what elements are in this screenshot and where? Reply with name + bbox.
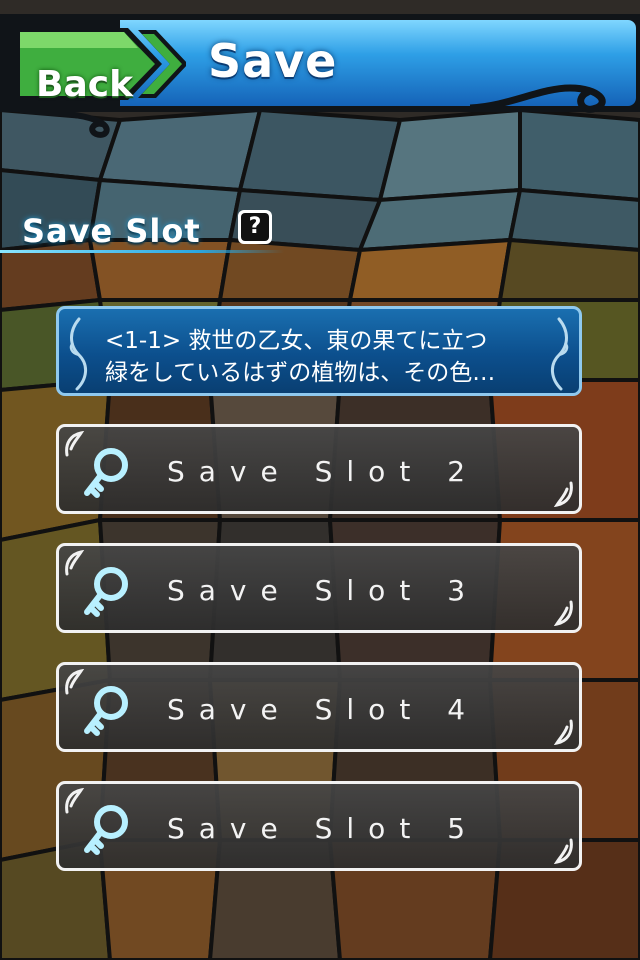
section-title: Save Slot xyxy=(22,212,201,250)
leaf-flourish-icon xyxy=(553,838,573,864)
top-header: Save Back xyxy=(0,0,640,138)
save-slot-4[interactable]: Save Slot 4 xyxy=(56,662,582,752)
slot-4-label: Save Slot 4 xyxy=(167,693,480,726)
header-curl-ornament-icon xyxy=(20,107,110,138)
leaf-flourish-icon xyxy=(553,600,573,626)
leaf-flourish-icon xyxy=(553,481,573,507)
help-button[interactable]: ? xyxy=(238,210,272,244)
slot-5-label: Save Slot 5 xyxy=(167,812,480,845)
slot-1-preview-text: 緑をしているはずの植物は、その色… xyxy=(105,360,496,386)
save-slot-5[interactable]: Save Slot 5 xyxy=(56,781,582,871)
header-scroll-ornament-icon xyxy=(470,84,606,113)
key-icon xyxy=(84,567,128,617)
page-title: Save xyxy=(208,34,338,88)
vine-ornament-icon xyxy=(69,317,87,391)
leaf-flourish-icon xyxy=(553,719,573,745)
slot-1-chapter-text: <1-1> 救世の乙女、東の果てに立つ xyxy=(105,328,488,354)
save-slot-2[interactable]: Save Slot 2 xyxy=(56,424,582,514)
question-icon: ? xyxy=(241,213,269,241)
key-icon xyxy=(84,448,128,498)
section-underline xyxy=(0,250,284,253)
key-icon xyxy=(84,686,128,736)
back-button[interactable]: Back xyxy=(10,22,186,106)
vine-ornament-icon xyxy=(551,317,569,391)
slot-3-label: Save Slot 3 xyxy=(167,574,480,607)
save-slot-3[interactable]: Save Slot 3 xyxy=(56,543,582,633)
slot-2-label: Save Slot 2 xyxy=(167,455,480,488)
key-icon xyxy=(84,805,128,855)
save-slot-1[interactable]: <1-1> 救世の乙女、東の果てに立つ 緑をしているはずの植物は、その色… xyxy=(56,306,582,396)
back-arrow-icon xyxy=(16,28,186,100)
